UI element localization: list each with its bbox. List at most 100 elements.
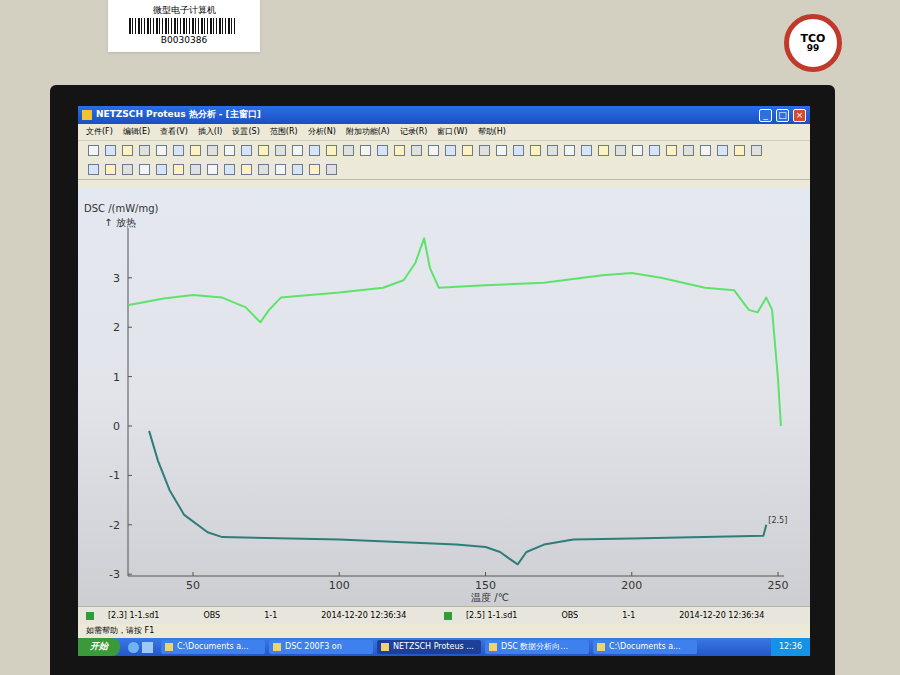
barcode-icon	[129, 18, 239, 34]
toolbar-button[interactable]	[290, 163, 304, 177]
toolbar-button[interactable]	[273, 163, 287, 177]
svg-text:0: 0	[113, 420, 120, 433]
toolbar-button[interactable]	[205, 163, 219, 177]
y-tick: 0	[113, 420, 132, 433]
toolbar-button[interactable]	[86, 144, 100, 158]
curve-icon	[86, 612, 94, 620]
task-button[interactable]: C:\Documents a...	[593, 640, 697, 654]
task-button[interactable]: DSC 数据分析向...	[485, 640, 589, 654]
task-icon	[597, 643, 605, 651]
menu-item[interactable]: 帮助(H)	[478, 126, 506, 138]
menu-item[interactable]: 分析(N)	[308, 126, 336, 138]
toolbar-button[interactable]	[511, 144, 525, 158]
x-tick: 200	[621, 572, 642, 592]
menu-item[interactable]: 查看(V)	[160, 126, 188, 138]
toolbar-button[interactable]	[205, 144, 219, 158]
toolbar-button[interactable]	[188, 163, 202, 177]
menu-item[interactable]: 窗口(W)	[437, 126, 467, 138]
toolbar-button[interactable]	[698, 144, 712, 158]
menu-item[interactable]: 记录(R)	[400, 126, 428, 138]
task-icon	[489, 643, 497, 651]
toolbar-button[interactable]	[154, 144, 168, 158]
toolbar-button[interactable]	[239, 163, 253, 177]
tool-icon	[666, 145, 677, 156]
tool-icon	[581, 145, 592, 156]
ie-icon[interactable]	[128, 642, 139, 653]
window-control[interactable]: ×	[793, 109, 806, 122]
exo-note: ↑ 放热	[104, 217, 136, 228]
menu-item[interactable]: 设置(S)	[232, 126, 259, 138]
toolbar-main	[78, 140, 810, 160]
toolbar-button[interactable]	[171, 144, 185, 158]
menu-item[interactable]: 文件(F)	[86, 126, 113, 138]
window-control[interactable]: _	[759, 109, 772, 122]
toolbar-button[interactable]	[256, 144, 270, 158]
toolbar-button[interactable]	[222, 144, 236, 158]
menu-item[interactable]: 插入(I)	[198, 126, 223, 138]
svg-text:-1: -1	[109, 469, 120, 482]
tool-icon	[309, 164, 320, 175]
toolbar-button[interactable]	[681, 144, 695, 158]
toolbar-button[interactable]	[749, 144, 763, 158]
toolbar-button[interactable]	[324, 144, 338, 158]
toolbar-button[interactable]	[579, 144, 593, 158]
toolbar-button[interactable]	[443, 144, 457, 158]
toolbar-button[interactable]	[596, 144, 610, 158]
toolbar-button[interactable]	[120, 144, 134, 158]
toolbar-button[interactable]	[528, 144, 542, 158]
start-button[interactable]: 开始	[78, 638, 120, 656]
toolbar-button[interactable]	[545, 144, 559, 158]
tool-icon	[190, 164, 201, 175]
toolbar-button[interactable]	[341, 144, 355, 158]
toolbar-button[interactable]	[494, 144, 508, 158]
tool-icon	[564, 145, 575, 156]
toolbar-button[interactable]	[375, 144, 389, 158]
menu-item[interactable]: 范围(R)	[270, 126, 298, 138]
toolbar-button[interactable]	[630, 144, 644, 158]
task-button[interactable]: NETZSCH Proteus ...	[377, 640, 481, 654]
toolbar-button[interactable]	[103, 144, 117, 158]
status-item: [2.3] 1-1.sd1OBS1-12014-12-20 12:36:34	[86, 610, 444, 622]
menu-item[interactable]: 附加功能(A)	[346, 126, 390, 138]
tool-icon	[122, 145, 133, 156]
toolbar-button[interactable]	[613, 144, 627, 158]
toolbar-button[interactable]	[324, 163, 338, 177]
toolbar-button[interactable]	[392, 144, 406, 158]
toolbar-button[interactable]	[103, 163, 117, 177]
toolbar-button[interactable]	[137, 163, 151, 177]
y-tick: 2	[113, 321, 132, 334]
toolbar-button[interactable]	[426, 144, 440, 158]
desktop-icon[interactable]	[142, 642, 153, 653]
toolbar-button[interactable]	[409, 144, 423, 158]
task-button[interactable]: DSC 200F3 on	[269, 640, 373, 654]
toolbar-button[interactable]	[86, 163, 100, 177]
toolbar-button[interactable]	[171, 163, 185, 177]
toolbar-button[interactable]	[188, 144, 202, 158]
tool-icon	[513, 145, 524, 156]
toolbar-button[interactable]	[307, 163, 321, 177]
toolbar-button[interactable]	[647, 144, 661, 158]
toolbar-button[interactable]	[358, 144, 372, 158]
toolbar-button[interactable]	[664, 144, 678, 158]
toolbar-button[interactable]	[239, 144, 253, 158]
toolbar-button[interactable]	[477, 144, 491, 158]
y-tick: 1	[113, 371, 132, 384]
toolbar-button[interactable]	[154, 163, 168, 177]
tool-icon	[598, 145, 609, 156]
toolbar-button[interactable]	[562, 144, 576, 158]
toolbar-button[interactable]	[222, 163, 236, 177]
toolbar-button[interactable]	[732, 144, 746, 158]
toolbar-button[interactable]	[290, 144, 304, 158]
toolbar-button[interactable]	[307, 144, 321, 158]
y-axis-label: DSC /(mW/mg)	[84, 203, 159, 214]
menu-item[interactable]: 编辑(E)	[123, 126, 150, 138]
toolbar-button[interactable]	[273, 144, 287, 158]
toolbar-button[interactable]	[460, 144, 474, 158]
toolbar-button[interactable]	[137, 144, 151, 158]
toolbar-button[interactable]	[120, 163, 134, 177]
toolbar-button[interactable]	[256, 163, 270, 177]
task-button[interactable]: C:\Documents a...	[161, 640, 265, 654]
toolbar-button[interactable]	[715, 144, 729, 158]
window-control[interactable]: □	[776, 109, 789, 122]
svg-text:[2.5]: [2.5]	[768, 516, 787, 525]
